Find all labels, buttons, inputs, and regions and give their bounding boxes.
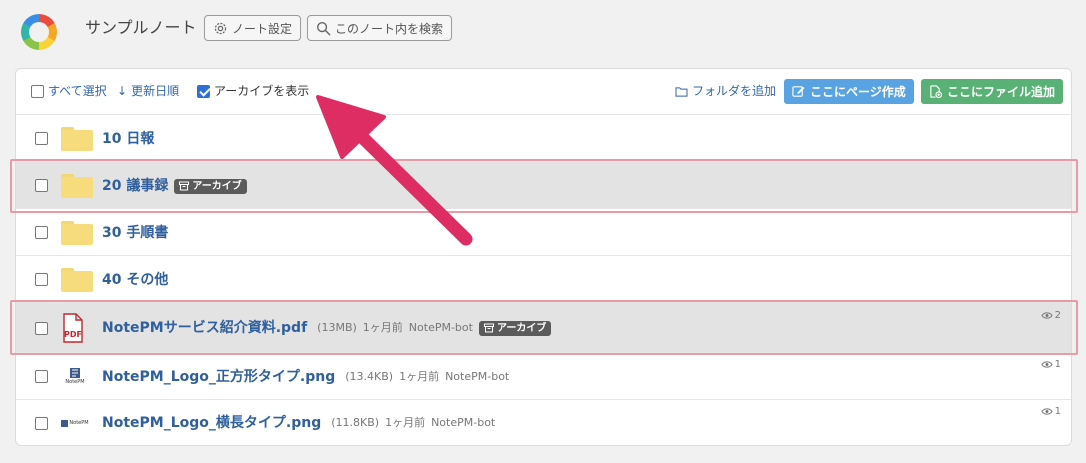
author: NotePM-bot [408,321,473,334]
select-all[interactable]: すべて選択 [31,83,107,99]
view-count: 1 [1041,406,1061,417]
view-count: 1 [1041,359,1061,370]
gear-icon [214,22,227,34]
create-page-button[interactable]: ここにページ作成 [784,79,914,104]
note-header: サンプルノート ノート設定 このノート内を検索 [0,0,1086,64]
row-checkbox[interactable] [35,370,48,383]
note-search-label: このノート内を検索 [335,21,444,36]
item-name-link[interactable]: 30 手順書 [102,223,168,243]
image-thumbnail: NotePM [61,411,89,435]
show-archive-checkbox[interactable] [197,84,210,98]
archive-badge: アーカイブ [478,320,552,336]
note-settings-button[interactable]: ノート設定 [204,15,302,41]
row-checkbox[interactable] [35,322,48,335]
add-file-label: ここにファイル追加 [947,85,1056,99]
list-toolbar: すべて選択 ↓ 更新日順 アーカイブを表示 フォルダを追加 ここにページ作成 こ… [16,69,1071,115]
archive-badge: アーカイブ [174,178,247,194]
show-archive-toggle[interactable]: アーカイブを表示 [197,83,309,99]
item-name-link[interactable]: 10 日報 [102,129,154,149]
file-list-panel: すべて選択 ↓ 更新日順 アーカイブを表示 フォルダを追加 ここにページ作成 こ… [15,68,1072,446]
row-checkbox[interactable] [35,132,48,145]
row-checkbox[interactable] [35,226,48,239]
eye-icon [1041,361,1053,368]
updated-time: 1ヶ月前 [399,370,440,383]
item-name-link[interactable]: NotePM_Logo_横長タイプ.png (11.8KB) 1ヶ月前 Note… [102,413,495,433]
file-size: (11.8KB) [331,416,380,429]
file-size: (13MB) [317,321,357,334]
row-checkbox[interactable] [35,273,48,286]
item-name-link[interactable]: 40 その他 [102,270,168,290]
notepm-logo [21,14,57,50]
arrow-down-icon: ↓ [117,84,128,98]
list-item-file[interactable]: NotePM NotePM_Logo_横長タイプ.png (11.8KB) 1ヶ… [16,400,1071,446]
author: NotePM-bot [431,416,496,429]
folder-icon [61,174,93,198]
list-item-folder[interactable]: 20 議事録 アーカイブ [16,162,1071,209]
sort-toggle[interactable]: ↓ 更新日順 [117,83,179,99]
list-item-folder[interactable]: 40 その他 [16,256,1071,303]
show-archive-label[interactable]: アーカイブを表示 [214,83,309,99]
list-item-folder[interactable]: 10 日報 [16,115,1071,162]
edit-icon [792,86,805,97]
image-thumbnail: NotePM [61,364,89,388]
updated-time: 1ヶ月前 [385,416,426,429]
item-name-link[interactable]: NotePM_Logo_正方形タイプ.png (13.4KB) 1ヶ月前 Not… [102,367,509,387]
search-icon [316,21,331,35]
item-name-link[interactable]: 20 議事録 アーカイブ [102,176,247,196]
folder-icon [61,127,93,151]
pdf-file-icon: PDF [61,313,85,343]
file-plus-icon [930,85,942,98]
select-all-checkbox[interactable] [31,84,44,98]
archive-icon [483,323,494,333]
create-page-label: ここにページ作成 [810,85,906,99]
note-search-button[interactable]: このノート内を検索 [307,15,453,41]
note-title: サンプルノート [85,18,197,37]
list-item-file[interactable]: PDF NotePMサービス紹介資料.pdf (13MB) 1ヶ月前 NoteP… [16,303,1071,353]
eye-icon [1041,312,1053,319]
note-settings-label: ノート設定 [232,21,293,36]
sort-label[interactable]: 更新日順 [131,83,179,99]
file-size: (13.4KB) [345,370,394,383]
list-item-folder[interactable]: 30 手順書 [16,209,1071,256]
view-count: 2 [1041,310,1061,321]
archive-icon [179,181,190,191]
folder-icon [61,268,93,292]
row-checkbox[interactable] [35,417,48,430]
updated-time: 1ヶ月前 [362,321,403,334]
item-name-link[interactable]: NotePMサービス紹介資料.pdf (13MB) 1ヶ月前 NotePM-bo… [102,318,552,338]
add-file-button[interactable]: ここにファイル追加 [921,79,1064,104]
row-checkbox[interactable] [35,179,48,192]
folder-outline-icon [675,86,688,97]
folder-icon [61,221,93,245]
list-item-file[interactable]: NotePM NotePM_Logo_正方形タイプ.png (13.4KB) 1… [16,353,1071,400]
add-folder-label[interactable]: フォルダを追加 [692,83,776,99]
eye-icon [1041,408,1053,415]
add-folder-link[interactable]: フォルダを追加 [675,83,776,99]
author: NotePM-bot [445,370,510,383]
select-all-label[interactable]: すべて選択 [48,83,107,99]
